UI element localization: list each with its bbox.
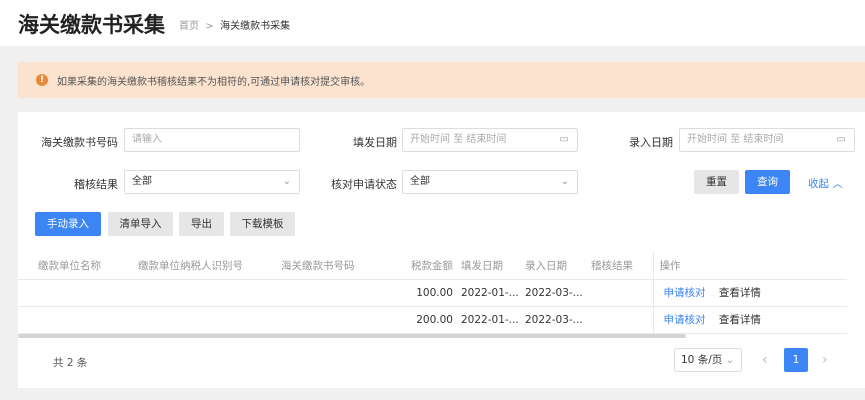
breadcrumb-current: 海关缴款书采集 (220, 21, 291, 32)
apply-status-label: 核对申请状态 (331, 178, 397, 191)
start-placeholder: 开始时间 (687, 134, 727, 145)
audit-result-cell (591, 279, 653, 307)
alert-text: 如果采集的海关缴款书稽核结果不为相符的,可通过申请核对提交审核。 (57, 76, 371, 88)
table-row: 200.00 2022-01-... 2022-03-... 申请核对 查看详情 (18, 306, 847, 334)
payment-table: 缴款单位名称 缴款单位纳税人识别号 海关缴款书号码 税款金额 填发日期 录入日期… (18, 252, 847, 334)
view-details-link[interactable]: 查看详情 (719, 287, 761, 299)
entry-date-range[interactable]: 开始时间 至 结束时间 ▭ (679, 128, 855, 152)
col-customs-no: 海关缴款书号码 (281, 252, 411, 280)
table-row: 100.00 2022-01-... 2022-03-... 申请核对 查看详情 (18, 279, 847, 307)
amount-cell: 100.00 (411, 279, 461, 307)
export-button[interactable]: 导出 (179, 212, 224, 236)
customs-no-input[interactable]: 请输入 (124, 128, 300, 152)
collapse-label: 收起 (808, 178, 829, 190)
start-placeholder: 开始时间 (410, 134, 450, 145)
range-separator: 至 (453, 134, 464, 145)
prev-page-button[interactable]: ‹ (762, 352, 768, 368)
info-alert: ! 如果采集的海关缴款书稽核结果不为相符的,可通过申请核对提交审核。 (18, 62, 865, 98)
calendar-icon: ▭ (559, 134, 569, 145)
page-header: 海关缴款书采集 首页 > 海关缴款书采集 (0, 0, 865, 46)
col-audit-result: 稽核结果 (591, 252, 653, 280)
range-separator: 至 (730, 134, 741, 145)
chevron-down-icon: ⌄ (725, 354, 735, 366)
page-size-value: 10 条/页 (681, 354, 723, 366)
actions-cell: 申请核对 查看详情 (652, 306, 847, 334)
issue-date-cell: 2022-01-... (461, 279, 525, 307)
col-payer-name: 缴款单位名称 (18, 252, 138, 280)
amount-cell: 200.00 (411, 306, 461, 334)
col-actions: 操作 (652, 252, 847, 280)
entry-date-label: 录入日期 (629, 136, 673, 149)
breadcrumb-home[interactable]: 首页 (179, 21, 199, 32)
content-card: 海关缴款书号码 请输入 填发日期 开始时间 至 结束时间 ▭ 录入日期 开始时间 … (18, 112, 865, 388)
col-amount: 税款金额 (411, 252, 461, 280)
audit-result-select[interactable]: 全部 ⌄ (124, 170, 300, 194)
reset-button[interactable]: 重置 (694, 170, 739, 194)
issue-date-label: 填发日期 (353, 136, 397, 149)
end-placeholder: 结束时间 (466, 134, 507, 145)
view-details-link[interactable]: 查看详情 (719, 314, 761, 326)
chevron-down-icon: ⌄ (282, 176, 291, 187)
select-value: 全部 (410, 176, 430, 187)
apply-status-select[interactable]: 全部 ⌄ (402, 170, 578, 194)
chevron-up-icon: ︿ (832, 178, 843, 190)
list-import-button[interactable]: 清单导入 (108, 212, 173, 236)
entry-date-cell: 2022-03-... (525, 306, 591, 334)
apply-check-link[interactable]: 申请核对 (664, 314, 706, 326)
audit-result-cell (591, 306, 653, 334)
col-entry-date: 录入日期 (525, 252, 591, 280)
select-value: 全部 (132, 176, 152, 187)
page-title: 海关缴款书采集 (18, 13, 165, 37)
horizontal-scrollbar[interactable] (18, 334, 686, 338)
col-payer-tax-id: 缴款单位纳税人识别号 (138, 252, 281, 280)
total-count: 共 2 条 (53, 357, 88, 369)
search-button[interactable]: 查询 (745, 170, 790, 194)
page-1-button[interactable]: 1 (784, 348, 808, 372)
actions-cell: 申请核对 查看详情 (652, 279, 847, 307)
chevron-down-icon: ⌄ (560, 176, 569, 187)
audit-result-label: 稽核结果 (74, 178, 118, 191)
download-template-button[interactable]: 下载模板 (230, 212, 295, 236)
next-page-button[interactable]: › (822, 352, 828, 368)
issue-date-cell: 2022-01-... (461, 306, 525, 334)
exclamation-icon: ! (36, 74, 48, 86)
breadcrumb-separator: > (205, 21, 214, 32)
table-header: 缴款单位名称 缴款单位纳税人识别号 海关缴款书号码 税款金额 填发日期 录入日期… (18, 252, 847, 280)
end-placeholder: 结束时间 (743, 134, 784, 145)
collapse-toggle[interactable]: 收起 ︿ (808, 176, 843, 191)
page-size-select[interactable]: 10 条/页 ⌄ (674, 348, 742, 372)
apply-check-link[interactable]: 申请核对 (664, 287, 706, 299)
entry-date-cell: 2022-03-... (525, 279, 591, 307)
customs-no-label: 海关缴款书号码 (41, 136, 118, 149)
col-issue-date: 填发日期 (461, 252, 525, 280)
issue-date-range[interactable]: 开始时间 至 结束时间 ▭ (402, 128, 578, 152)
manual-entry-button[interactable]: 手动录入 (35, 212, 101, 236)
calendar-icon: ▭ (836, 134, 846, 145)
breadcrumb: 首页 > 海关缴款书采集 (179, 17, 290, 32)
